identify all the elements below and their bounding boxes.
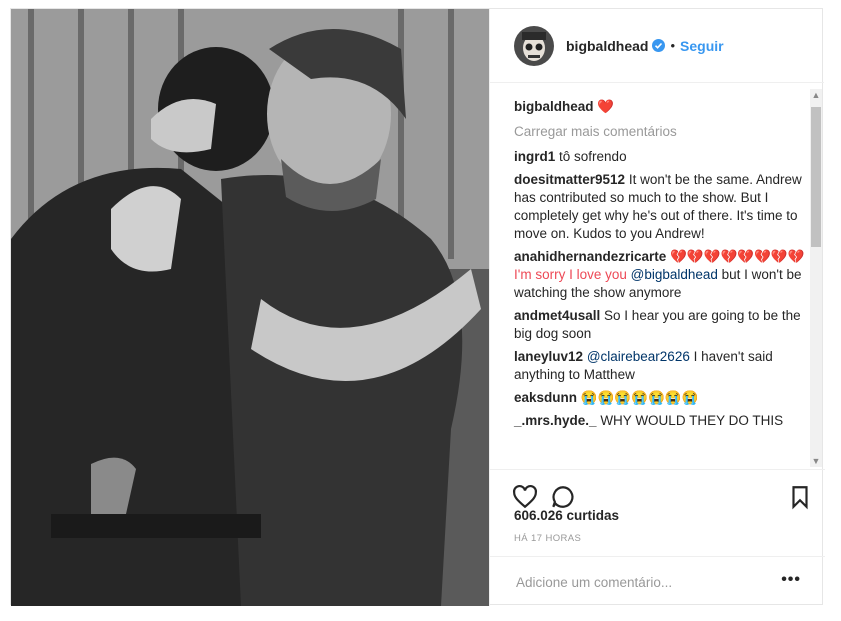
comment-username[interactable]: doesitmatter9512 bbox=[514, 172, 625, 187]
post-card: bigbaldhead • Seguir bigbaldhead ❤️ Carr… bbox=[10, 8, 825, 606]
comment-username[interactable]: anahidhernandezricarte bbox=[514, 249, 666, 264]
comment-item: _.mrs.hyde._ WHY WOULD THEY DO THIS bbox=[514, 412, 810, 430]
heart-icon[interactable] bbox=[512, 484, 538, 510]
comment-item: andmet4usall So I hear you are going to … bbox=[514, 307, 810, 343]
comment-item: eaksdunn 😭😭😭😭😭😭😭 bbox=[514, 389, 810, 407]
scroll-down-icon[interactable]: ▼ bbox=[810, 455, 822, 467]
scrollbar-thumb[interactable] bbox=[811, 107, 821, 247]
post-photo[interactable] bbox=[11, 9, 489, 606]
verified-badge-icon bbox=[652, 39, 666, 52]
comments-scrollbar[interactable]: ▲ ▼ bbox=[810, 89, 822, 467]
comment-text: 😭😭😭😭😭😭😭 bbox=[580, 390, 699, 405]
comment-username[interactable]: ingrd1 bbox=[514, 149, 555, 164]
comments-list[interactable]: bigbaldhead ❤️ Carregar mais comentários… bbox=[490, 84, 810, 464]
comment-text: tô sofrendo bbox=[559, 149, 627, 164]
post-caption: bigbaldhead ❤️ bbox=[514, 98, 810, 116]
follow-button[interactable]: Seguir bbox=[680, 38, 724, 54]
post-timestamp[interactable]: HÁ 17 HORAS bbox=[514, 533, 581, 544]
comment-text: WHY WOULD THEY DO THIS bbox=[600, 413, 784, 428]
comment-item: anahidhernandezricarte 💔💔💔💔💔💔💔💔 I'm sorr… bbox=[514, 248, 810, 302]
follow-separator: • bbox=[670, 38, 676, 53]
load-more-comments[interactable]: Carregar mais comentários bbox=[514, 124, 810, 139]
comment-username[interactable]: andmet4usall bbox=[514, 308, 600, 323]
comment-mention[interactable]: @bigbaldhead bbox=[631, 267, 718, 282]
likes-count[interactable]: 606.026 curtidas bbox=[514, 508, 619, 523]
caption-text: ❤️ bbox=[597, 99, 615, 114]
comment-icon[interactable] bbox=[550, 484, 576, 510]
author-username[interactable]: bigbaldhead bbox=[566, 38, 648, 54]
comment-item: doesitmatter9512 It won't be the same. A… bbox=[514, 171, 810, 243]
post-sidebar: bigbaldhead • Seguir bigbaldhead ❤️ Carr… bbox=[489, 9, 825, 606]
more-options-button[interactable]: ••• bbox=[781, 571, 801, 589]
caption-username[interactable]: bigbaldhead bbox=[514, 99, 594, 114]
comment-mention[interactable]: @clairebear2626 bbox=[587, 349, 690, 364]
author-avatar[interactable] bbox=[514, 25, 554, 66]
comment-item: ingrd1 tô sofrendo bbox=[514, 148, 810, 166]
comment-item: laneyluv12 @clairebear2626 I haven't sai… bbox=[514, 348, 810, 384]
comment-input[interactable] bbox=[514, 571, 758, 593]
comment-username[interactable]: laneyluv12 bbox=[514, 349, 583, 364]
comment-username[interactable]: eaksdunn bbox=[514, 390, 577, 405]
add-comment-bar: ••• bbox=[490, 556, 825, 606]
bookmark-icon[interactable] bbox=[787, 484, 813, 510]
post-header: bigbaldhead • Seguir bbox=[490, 9, 824, 83]
scroll-up-icon[interactable]: ▲ bbox=[810, 89, 822, 101]
comment-username[interactable]: _.mrs.hyde._ bbox=[514, 413, 597, 428]
